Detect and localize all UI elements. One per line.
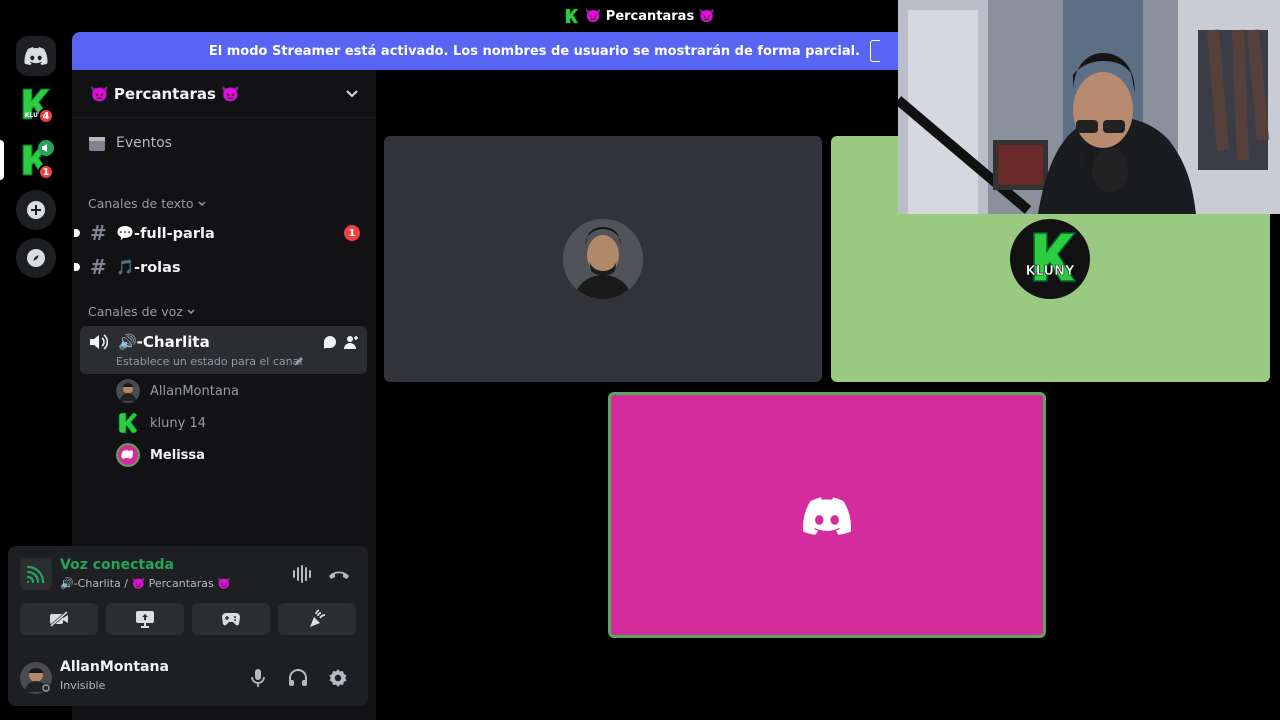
signal-icon[interactable] <box>20 558 52 590</box>
unread-indicator <box>74 229 80 237</box>
guild-name: 👿 Percantaras 👿 <box>90 84 240 103</box>
discord-logo-icon <box>803 497 851 535</box>
noise-suppression-icon[interactable] <box>292 565 314 583</box>
member-name: kluny 14 <box>150 415 206 431</box>
plus-icon <box>27 201 45 219</box>
video-tile-allanmontana[interactable] <box>384 136 822 382</box>
kluny-logo-icon <box>118 412 140 434</box>
server-logo-icon <box>565 8 579 24</box>
events-label: Eventos <box>116 135 172 151</box>
voice-connection-panel: Voz conectada 🔊-Charlita / 👿 Percantaras… <box>8 546 368 654</box>
chat-bubble-icon[interactable] <box>322 334 338 350</box>
add-server-button[interactable] <box>16 190 56 230</box>
speaker-icon <box>38 140 54 156</box>
gear-icon <box>329 669 347 687</box>
avatar <box>116 379 140 403</box>
server-icon-kluny-voice[interactable]: 1 <box>16 140 56 180</box>
chevron-down-icon <box>346 89 358 97</box>
user-panel: AllanMontana Invisible <box>8 654 368 706</box>
selected-server-pill <box>0 140 4 180</box>
banner-text: El modo Streamer está activado. Los nomb… <box>208 43 860 59</box>
member-name: Melissa <box>150 447 205 463</box>
server-badge: 1 <box>38 164 54 180</box>
voice-category-label: Canales de voz <box>88 304 183 319</box>
kluny-logo-text: KLUNY <box>1026 264 1075 279</box>
voice-connected-channel[interactable]: 🔊-Charlita / 👿 Percantaras 👿 <box>60 577 231 590</box>
mute-button[interactable] <box>246 666 270 690</box>
avatar <box>563 219 643 299</box>
camera-toggle-button[interactable] <box>20 603 98 635</box>
speaker-icon <box>90 334 108 350</box>
soundboard-button[interactable] <box>278 603 356 635</box>
channel-rolas[interactable]: # 🎵-rolas <box>74 251 368 283</box>
voice-member[interactable]: kluny 14 <box>116 411 206 435</box>
events-item[interactable]: Eventos <box>88 134 172 152</box>
unread-indicator <box>74 263 80 271</box>
chevron-down-icon <box>198 200 206 206</box>
pencil-icon <box>295 357 303 365</box>
window-title: 👿 Percantaras 👿 <box>585 8 715 24</box>
channel-name: 🎵-rolas <box>116 259 181 276</box>
voice-category[interactable]: Canales de voz <box>88 304 195 319</box>
voice-status-placeholder[interactable]: Establece un estado para el canal <box>116 355 302 368</box>
username[interactable]: AllanMontana <box>60 659 169 675</box>
video-tile-melissa[interactable] <box>608 392 1046 638</box>
activities-button[interactable] <box>192 603 270 635</box>
voice-channel-charlita[interactable]: 🔊-Charlita Establece un estado para el c… <box>80 326 367 374</box>
camera-off-icon <box>50 611 68 627</box>
banner-disable-button[interactable] <box>870 40 880 62</box>
soundboard-icon <box>310 609 326 627</box>
gamepad-icon <box>222 613 240 626</box>
chevron-down-icon <box>187 308 195 314</box>
webcam-feed-image <box>898 0 1280 214</box>
guild-header[interactable]: 👿 Percantaras 👿 <box>72 70 376 118</box>
text-category[interactable]: Canales de texto <box>88 196 206 211</box>
hashtag-icon: # <box>90 255 107 279</box>
voice-connected-label[interactable]: Voz conectada <box>60 557 174 573</box>
compass-icon <box>27 249 45 267</box>
kluny-logo-icon: KLUNY <box>1010 219 1090 299</box>
hashtag-icon: # <box>90 221 107 245</box>
add-member-icon[interactable] <box>343 334 359 350</box>
streamer-webcam-overlay <box>898 0 1280 214</box>
member-name: AllanMontana <box>150 383 240 399</box>
calendar-icon <box>89 137 105 151</box>
microphone-icon <box>251 669 265 687</box>
voice-member[interactable]: AllanMontana <box>116 379 239 403</box>
server-icon-kluny[interactable]: KLUNY 4 <box>16 84 56 124</box>
avatar[interactable] <box>20 662 52 694</box>
user-status[interactable]: Invisible <box>60 679 105 692</box>
discover-button[interactable] <box>16 238 56 278</box>
screen-share-icon <box>136 611 154 628</box>
headphones-icon <box>289 669 307 686</box>
channel-full-parla[interactable]: # 💬-full-parla 1 <box>74 217 368 249</box>
voice-member[interactable]: Melissa <box>116 443 205 467</box>
streamer-mode-banner: El modo Streamer está activado. Los nomb… <box>72 32 900 70</box>
discord-home-button[interactable] <box>16 36 56 76</box>
server-badge: 4 <box>38 108 54 124</box>
settings-button[interactable] <box>326 666 350 690</box>
deafen-button[interactable] <box>286 666 310 690</box>
voice-channel-name: 🔊-Charlita <box>118 333 210 351</box>
discord-logo-icon <box>24 47 48 65</box>
channel-name: 💬-full-parla <box>116 225 215 242</box>
text-category-label: Canales de texto <box>88 196 194 211</box>
screen-share-button[interactable] <box>106 603 184 635</box>
mention-badge: 1 <box>344 225 360 241</box>
disconnect-icon[interactable] <box>328 568 350 582</box>
avatar <box>116 443 140 467</box>
